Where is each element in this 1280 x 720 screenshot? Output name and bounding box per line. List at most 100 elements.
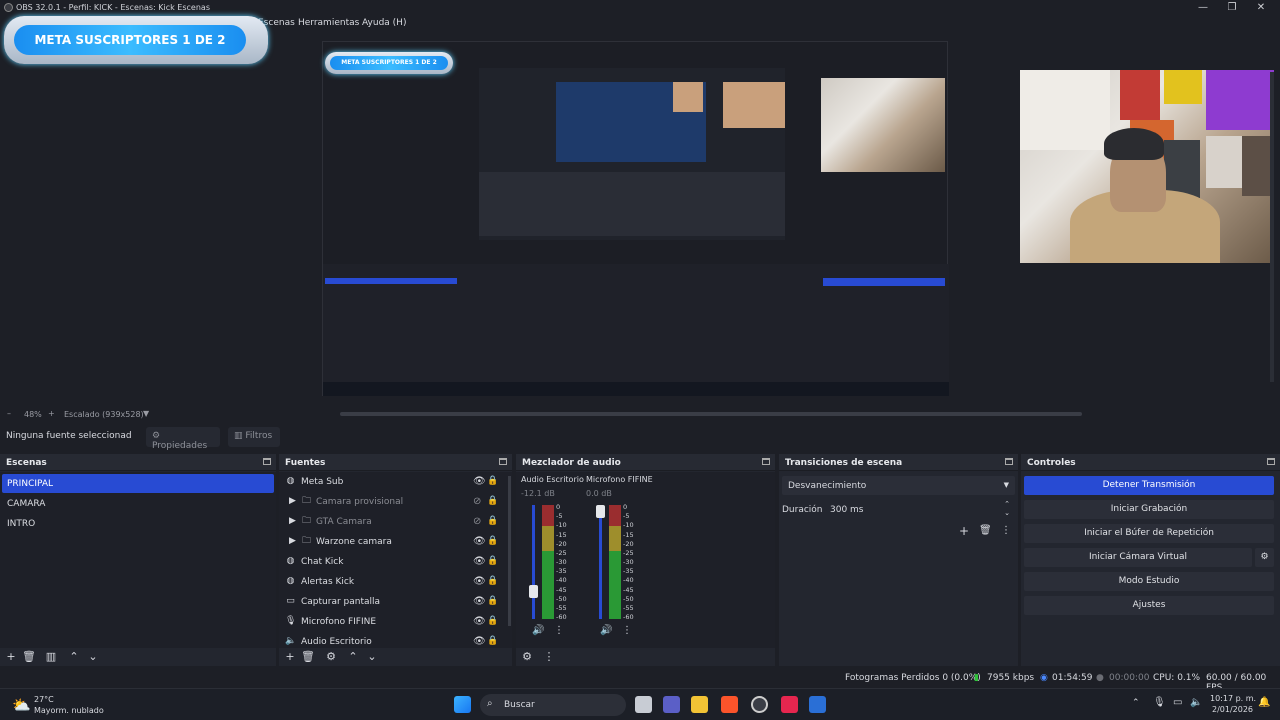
- visibility-icon[interactable]: 👁: [473, 616, 486, 627]
- settings-button[interactable]: Ajustes: [1024, 596, 1274, 615]
- search-box[interactable]: ⌕ Buscar: [480, 694, 626, 716]
- add-scene-button[interactable]: +: [4, 651, 18, 663]
- remove-source-button[interactable]: 🗑: [301, 651, 315, 663]
- file-explorer-icon[interactable]: [691, 696, 708, 713]
- volume-fader-handle[interactable]: [529, 585, 538, 598]
- network-icon[interactable]: ▭: [1173, 697, 1182, 708]
- remove-scene-button[interactable]: 🗑: [22, 651, 36, 663]
- chevron-up-icon[interactable]: ⌃: [1132, 698, 1140, 708]
- start-recording-button[interactable]: Iniciar Grabación: [1024, 500, 1274, 519]
- move-down-icon[interactable]: ⌄: [365, 651, 379, 663]
- scene-item-camara[interactable]: CAMARA: [2, 494, 274, 513]
- preview-hscroll[interactable]: [340, 412, 1082, 416]
- visibility-icon[interactable]: 👁: [473, 596, 486, 607]
- scene-item-principal[interactable]: PRINCIPAL: [2, 474, 274, 493]
- move-up-icon[interactable]: ⌃: [346, 651, 360, 663]
- task-view-icon[interactable]: [635, 696, 652, 713]
- move-down-icon[interactable]: ⌄: [86, 651, 100, 663]
- mute-speaker-icon[interactable]: 🔊: [600, 625, 612, 636]
- lock-icon[interactable]: 🔒: [487, 596, 498, 607]
- filters-button[interactable]: ▥ Filtros: [228, 427, 280, 447]
- tiktok-icon[interactable]: [781, 696, 798, 713]
- volume-icon[interactable]: 🔈: [1190, 697, 1202, 708]
- expand-icon[interactable]: ▶: [287, 516, 298, 527]
- lock-icon[interactable]: 🔒: [487, 516, 498, 527]
- lock-icon[interactable]: 🔒: [487, 536, 498, 547]
- properties-button[interactable]: ⚙ Propiedades: [146, 427, 220, 451]
- add-source-button[interactable]: +: [283, 651, 297, 663]
- volume-fader-handle[interactable]: [596, 505, 605, 518]
- maximize-button[interactable]: ❐: [1222, 1, 1242, 15]
- mixer-menu-icon[interactable]: ⋮: [542, 651, 556, 663]
- channel-menu-icon[interactable]: ⋮: [622, 625, 632, 636]
- scale-dropdown-icon[interactable]: ▼: [143, 409, 149, 418]
- visibility-icon[interactable]: 👁: [473, 476, 486, 487]
- spin-up-icon[interactable]: ⌃: [1004, 500, 1010, 508]
- lock-icon[interactable]: 🔒: [487, 636, 498, 647]
- zoom-out-button[interactable]: –: [7, 409, 11, 418]
- scene-filters-button[interactable]: ▥: [44, 651, 58, 663]
- duration-spinbox[interactable]: 300 ms ⌃ ⌄: [824, 500, 1015, 519]
- visibility-icon[interactable]: 👁: [473, 636, 486, 647]
- studio-mode-button[interactable]: Modo Estudio: [1024, 572, 1274, 591]
- source-properties-button[interactable]: ⚙: [324, 651, 338, 663]
- remove-transition-button[interactable]: 🗑: [979, 525, 992, 536]
- visibility-icon[interactable]: 👁: [473, 556, 486, 567]
- hidden-icon[interactable]: ⊘: [473, 516, 484, 527]
- source-item[interactable]: ▭ Capturar pantalla 👁 🔒: [279, 592, 506, 612]
- source-item[interactable]: 🔈 Audio Escritorio 👁 🔒: [279, 632, 506, 648]
- undock-icon[interactable]: [499, 458, 507, 465]
- virtual-camera-settings-button[interactable]: ⚙: [1255, 548, 1274, 567]
- expand-icon[interactable]: ▶: [287, 536, 298, 547]
- clock-time[interactable]: 10:17 p. m.: [1210, 694, 1256, 703]
- lock-icon[interactable]: 🔒: [487, 496, 498, 507]
- preview-canvas[interactable]: META SUSCRIPTORES 1 DE 2 META SUSCRIPTOR…: [0, 16, 1280, 406]
- hidden-icon[interactable]: ⊘: [473, 496, 484, 507]
- source-item[interactable]: ◍ Meta Sub 👁 🔒: [279, 472, 506, 492]
- add-transition-button[interactable]: +: [959, 524, 969, 538]
- undock-icon[interactable]: [762, 458, 770, 465]
- teams-icon[interactable]: [663, 696, 680, 713]
- source-item[interactable]: ▶ 🗀 Camara provisional ⊘ 🔒: [279, 492, 506, 512]
- undock-icon[interactable]: [263, 458, 271, 465]
- clock-date[interactable]: 2/01/2026: [1212, 705, 1253, 714]
- minimize-button[interactable]: —: [1193, 1, 1213, 15]
- lock-icon[interactable]: 🔒: [487, 616, 498, 627]
- advanced-audio-icon[interactable]: ⚙: [520, 651, 534, 663]
- lock-icon[interactable]: 🔒: [487, 556, 498, 567]
- undock-icon[interactable]: [1005, 458, 1013, 465]
- sources-scrollbar[interactable]: [508, 476, 511, 626]
- start-replay-buffer-button[interactable]: Iniciar el Búfer de Repetición: [1024, 524, 1274, 543]
- menu-ayuda[interactable]: Ayuda (H): [362, 18, 406, 28]
- expand-icon[interactable]: ▶: [287, 496, 298, 507]
- source-item[interactable]: ◍ Chat Kick 👁 🔒: [279, 552, 506, 572]
- lock-icon[interactable]: 🔒: [487, 576, 498, 587]
- visibility-icon[interactable]: 👁: [473, 536, 486, 547]
- visibility-icon[interactable]: 👁: [473, 576, 486, 587]
- app-icon[interactable]: [809, 696, 826, 713]
- undock-icon[interactable]: [1267, 458, 1275, 465]
- transition-menu-icon[interactable]: ⋮: [1001, 525, 1011, 536]
- move-up-icon[interactable]: ⌃: [67, 651, 81, 663]
- source-item[interactable]: ▶ 🗀 GTA Camara ⊘ 🔒: [279, 512, 506, 532]
- notification-icon[interactable]: 🔔: [1258, 697, 1270, 708]
- weather-icon[interactable]: ⛅: [12, 696, 31, 714]
- stop-streaming-button[interactable]: Detener Transmisión: [1024, 476, 1274, 495]
- zoom-in-button[interactable]: +: [48, 409, 55, 418]
- preview-vscroll[interactable]: [1270, 72, 1274, 382]
- transition-select[interactable]: Desvanecimiento ▼: [782, 476, 1015, 495]
- volume-fader-track[interactable]: [532, 505, 535, 619]
- lock-icon[interactable]: 🔒: [487, 476, 498, 487]
- mute-speaker-icon[interactable]: 🔊: [532, 625, 544, 636]
- microphone-tray-icon[interactable]: 🎙: [1153, 697, 1166, 708]
- close-button[interactable]: ✕: [1251, 1, 1271, 15]
- spin-down-icon[interactable]: ⌄: [1004, 509, 1010, 517]
- menu-herramientas[interactable]: Herramientas: [298, 18, 359, 28]
- source-item[interactable]: ◍ Alertas Kick 👁 🔒: [279, 572, 506, 592]
- start-virtual-camera-button[interactable]: Iniciar Cámara Virtual: [1024, 548, 1252, 567]
- source-item[interactable]: ▶ 🗀 Warzone camara 👁 🔒: [279, 532, 506, 552]
- windows-start-icon[interactable]: [454, 696, 471, 713]
- brave-icon[interactable]: [721, 696, 738, 713]
- source-item[interactable]: 🎙 Microfono FIFINE 👁 🔒: [279, 612, 506, 632]
- channel-menu-icon[interactable]: ⋮: [554, 625, 564, 636]
